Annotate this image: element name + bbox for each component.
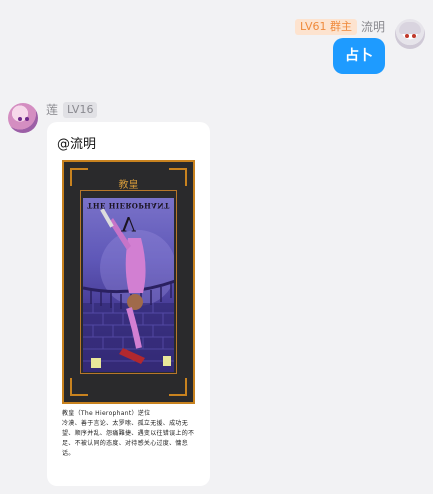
avatar-hair — [399, 22, 421, 34]
outgoing-sender-name[interactable]: 流明 — [361, 18, 385, 35]
avatar[interactable] — [8, 103, 38, 133]
incoming-header: 莲 LV16 — [46, 101, 98, 118]
avatar-eye — [405, 34, 409, 38]
outgoing-header: LV61 群主 流明 — [295, 18, 385, 35]
avatar[interactable] — [395, 19, 425, 49]
member-level-badge: LV16 — [63, 101, 98, 118]
tarot-corner-ornament — [169, 378, 187, 396]
tarot-card-image[interactable]: 教皇 THE HIEROPHANT V — [62, 160, 195, 404]
outgoing-message-bubble[interactable]: 占卜 — [333, 38, 385, 74]
tarot-title: 教皇 — [118, 180, 139, 191]
tarot-numeral: V — [121, 212, 136, 236]
avatar-eye — [25, 117, 29, 121]
incoming-sender-name[interactable]: 莲 — [46, 101, 58, 118]
mention-text[interactable]: @流明 — [57, 133, 96, 152]
avatar-eye — [18, 117, 22, 121]
tarot-caption: 教皇（The Hierophant）逆位 冷漠、善于言论、太罗嗦、孤立无援、成功… — [62, 410, 195, 457]
owner-level-badge: LV61 群主 — [295, 18, 357, 35]
outgoing-message: LV61 群主 流明 占卜 — [5, 14, 425, 84]
incoming-message-card[interactable]: @流明 教皇 THE HIEROPHANT V 教皇（The Hierophan… — [47, 122, 210, 486]
tarot-corner-ornament — [70, 378, 88, 396]
tarot-name: THE HIEROPHANT — [87, 201, 170, 210]
avatar-eye — [412, 34, 416, 38]
